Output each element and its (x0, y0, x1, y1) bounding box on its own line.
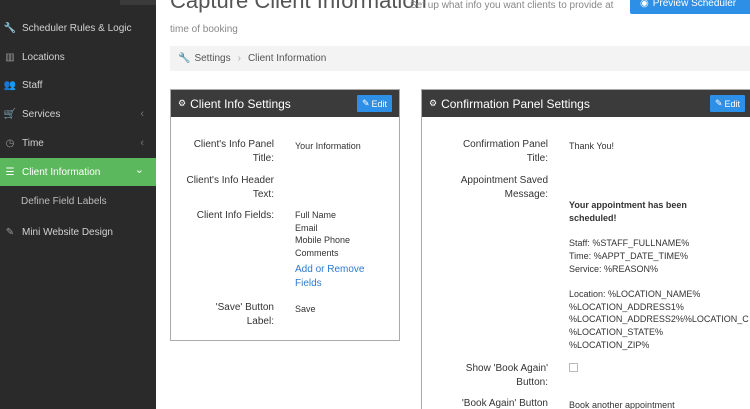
preview-scheduler-button[interactable]: ◉ Preview Scheduler (630, 0, 750, 14)
appointment-saved-message-label: Appointment Saved Message: (460, 175, 548, 200)
saved-message-service: Service: %REASON% (569, 264, 659, 274)
save-button-label-value: Save (295, 304, 316, 314)
sidebar-item-staff[interactable]: 👥 Staff (0, 71, 156, 99)
sidebar-subitem-label: Define Field Labels (21, 195, 107, 207)
panel-header: ⚙ Confirmation Panel Settings ✎ Edit (422, 90, 750, 117)
page-title: Capture Client Information (170, 0, 427, 13)
edit-client-info-button[interactable]: ✎ Edit (356, 95, 392, 112)
chevron-left-icon: ‹ (140, 108, 144, 120)
sidebar-item-label: Locations (22, 51, 65, 63)
header-text-label: Client's Info Header Text: (186, 175, 274, 200)
sidebar-top-fragment (120, 0, 156, 5)
saved-message-address2-city: %LOCATION_ADDRESS2%%LOCATION_CITY (569, 314, 749, 324)
breadcrumb: 🔧 Settings › Client Information (170, 46, 750, 71)
breadcrumb-item-settings[interactable]: Settings (194, 53, 230, 64)
saved-message-heading: Your appointment has been scheduled! (569, 200, 687, 223)
saved-message-time: Time: %APPT_DATE_TIME% (569, 251, 689, 261)
confirmation-panel-title-value: Thank You! (569, 141, 615, 151)
chevron-down-icon: ⌄ (134, 164, 144, 176)
show-book-again-checkbox[interactable] (569, 363, 578, 372)
sidebar-item-label: Services (22, 108, 61, 120)
sidebar-item-scheduler-rules[interactable]: 🔧 Scheduler Rules & Logic (0, 14, 156, 42)
sidebar-item-label: Scheduler Rules & Logic (22, 22, 132, 34)
breadcrumb-separator-icon: › (237, 53, 241, 64)
save-button-label-label: 'Save' Button Label: (215, 302, 274, 327)
sidebar-item-label: Time (22, 137, 44, 149)
edit-confirmation-button[interactable]: ✎ Edit (709, 95, 745, 112)
page-subtitle-line2: time of booking (170, 24, 238, 35)
info-panel-title-value: Your Information (295, 141, 361, 151)
saved-message-zip: %LOCATION_ZIP% (569, 340, 650, 350)
edit-label: Edit (371, 98, 387, 109)
sidebar-item-label: Staff (22, 79, 43, 91)
saved-message-state: %LOCATION_STATE% (569, 327, 664, 337)
sidebar-item-services[interactable]: 🛒 Services ‹ (0, 100, 156, 128)
clock-icon: ◷ (5, 137, 15, 149)
pencil-icon: ✎ (714, 98, 723, 108)
sidebar-subitem-define-field-labels[interactable]: Define Field Labels (0, 187, 156, 215)
field-full-name: Full Name (295, 210, 337, 220)
sidebar: 🔧 Scheduler Rules & Logic ▥ Locations 👥 … (0, 0, 156, 409)
field-comments: Comments (295, 248, 339, 258)
panel-title: Confirmation Panel Settings (441, 96, 590, 111)
sidebar-item-label: Client Information (22, 166, 101, 178)
sidebar-item-locations[interactable]: ▥ Locations (0, 43, 156, 71)
book-again-button-label: 'Book Again' Button (461, 398, 548, 409)
cart-icon: 🛒 (3, 108, 17, 120)
saved-message-staff: Staff: %STAFF_FULLNAME% (569, 238, 690, 248)
show-book-again-label: Show 'Book Again' Button: (465, 363, 548, 388)
confirmation-panel-title-label: Confirmation Panel Title: (462, 139, 548, 164)
preview-scheduler-label: Preview Scheduler (652, 0, 737, 9)
saved-message-location: Location: %LOCATION_NAME% (569, 289, 701, 299)
field-email: Email (295, 223, 318, 233)
gear-icon: ⚙ (178, 98, 187, 108)
sidebar-item-mini-website[interactable]: ✎ Mini Website Design (0, 218, 156, 246)
users-icon: 👥 (3, 79, 17, 91)
list-icon: ☰ (5, 166, 15, 178)
page-subtitle: Set up what info you want clients to pro… (410, 0, 614, 11)
client-info-fields-label: Client Info Fields: (196, 210, 274, 221)
chevron-left-icon: ‹ (140, 137, 144, 149)
wrench-icon: 🔧 (3, 22, 17, 34)
sidebar-item-label: Mini Website Design (22, 226, 113, 238)
panel-title: Client Info Settings (190, 96, 291, 111)
panel-header: ⚙ Client Info Settings ✎ Edit (171, 90, 399, 117)
edit-icon: ✎ (5, 226, 15, 238)
wrench-icon: 🔧 (178, 53, 191, 64)
gear-icon: ⚙ (429, 98, 438, 108)
sidebar-item-client-information[interactable]: ☰ Client Information ⌄ (0, 158, 156, 186)
field-mobile-phone: Mobile Phone (295, 235, 351, 245)
building-icon: ▥ (5, 51, 15, 63)
saved-message-address1: %LOCATION_ADDRESS1% (569, 302, 684, 312)
add-remove-fields-link[interactable]: Add or Remove Fields (295, 263, 377, 291)
info-panel-title-label: Client's Info Panel Title: (193, 139, 274, 164)
eye-icon: ◉ (640, 0, 649, 9)
pencil-icon: ✎ (361, 98, 370, 108)
breadcrumb-item-current: Client Information (247, 53, 327, 64)
book-again-button-value: Book another appointment (569, 400, 675, 409)
edit-label: Edit (724, 98, 740, 109)
sidebar-item-time[interactable]: ◷ Time ‹ (0, 129, 156, 157)
